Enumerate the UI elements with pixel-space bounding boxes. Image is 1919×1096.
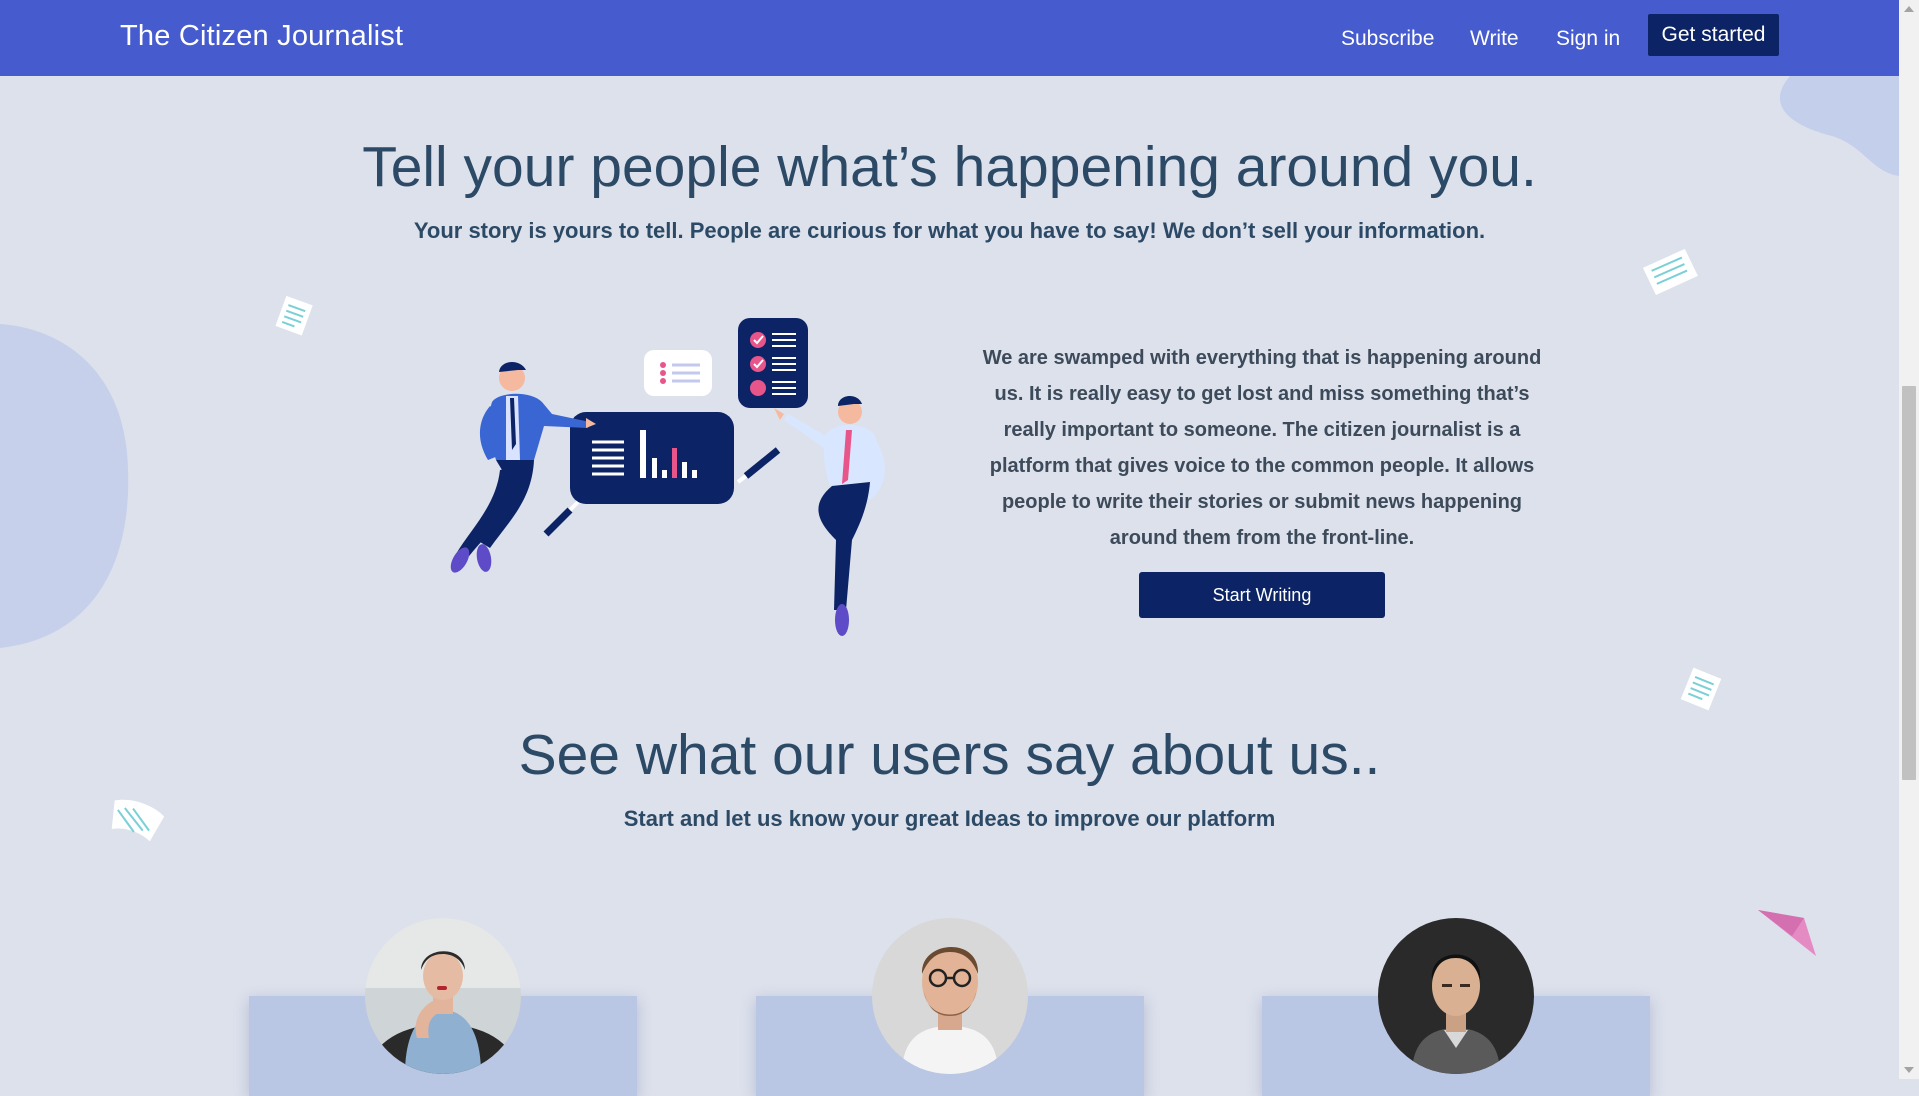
about-paragraph: We are swamped with everything that is h… — [982, 347, 1542, 549]
nav-link-write[interactable]: Write — [1470, 27, 1519, 51]
hero-title: Tell your people what’s happening around… — [362, 135, 1537, 199]
paper-decoration-icon — [275, 295, 313, 336]
testimonials-title: See what our users say about us.. — [518, 723, 1381, 787]
start-writing-button[interactable]: Start Writing — [1139, 572, 1385, 618]
scrollbar-thumb[interactable] — [1902, 386, 1916, 780]
document-icon — [644, 350, 712, 396]
avatar — [872, 918, 1028, 1074]
nav-link-sign-in[interactable]: Sign in — [1556, 27, 1620, 51]
avatar — [365, 918, 521, 1074]
top-navbar: The Citizen Journalist Subscribe Write S… — [0, 0, 1899, 76]
bar-chart-icon — [570, 412, 734, 504]
testimonials-subtitle: Start and let us know your great Ideas t… — [623, 806, 1276, 831]
man-right-figure — [774, 395, 885, 636]
page-scrollbar[interactable] — [1899, 0, 1919, 1079]
scroll-down-arrow-icon[interactable] — [1904, 1067, 1914, 1073]
scroll-up-arrow-icon[interactable] — [1904, 6, 1914, 12]
hero-subtitle: Your story is yours to tell. People are … — [413, 218, 1486, 243]
nav-link-subscribe[interactable]: Subscribe — [1341, 27, 1434, 51]
avatar — [1378, 918, 1534, 1074]
checklist-icon — [738, 318, 808, 408]
paper-decoration-icon — [1680, 667, 1722, 711]
paper-decoration-icon — [1642, 248, 1698, 296]
paper-plane-icon — [1758, 910, 1816, 956]
get-started-button[interactable]: Get started — [1648, 14, 1779, 56]
left-blob-decoration — [0, 324, 129, 648]
collaboration-illustration — [450, 318, 885, 636]
brand-logo-link[interactable]: The Citizen Journalist — [120, 20, 403, 53]
